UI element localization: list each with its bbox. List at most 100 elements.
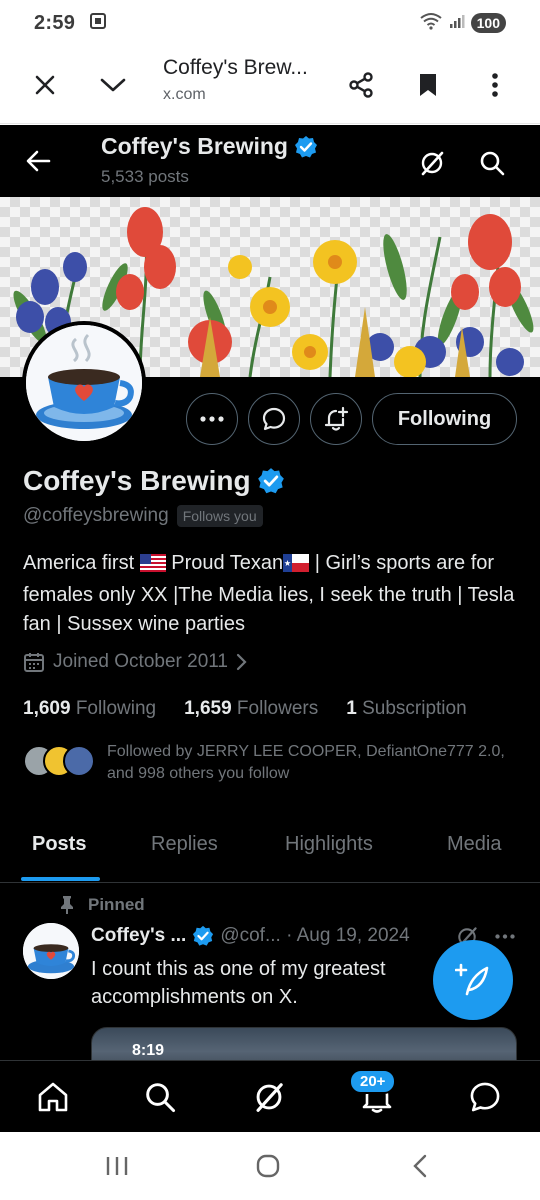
share-icon (349, 72, 373, 98)
us-flag-icon (139, 552, 166, 581)
post-handle-date: @cof... · Aug 19, 2024 (220, 925, 410, 946)
coffee-cup-logo (26, 325, 142, 441)
joined-date-row[interactable]: Joined October 2011 (23, 651, 248, 673)
media-clock-text: 8:19 (132, 1042, 165, 1059)
post-author-avatar[interactable] (23, 923, 79, 979)
status-bar: 2:59 100 (0, 0, 540, 46)
page-title-block[interactable]: Coffey's Brew... x.com (163, 56, 308, 104)
subscriptions-link[interactable]: 1 Subscription (346, 698, 466, 720)
search-button[interactable] (474, 145, 510, 181)
pinned-indicator: Pinned (58, 895, 145, 915)
followed-by-row[interactable]: Followed by JERRY LEE COOPER, DefiantOne… (23, 741, 523, 785)
close-tab-button[interactable] (23, 63, 67, 107)
chat-bubble-icon (262, 407, 286, 431)
profile-display-name: Coffey's Brewing (23, 465, 285, 497)
grok-icon (421, 151, 444, 176)
verified-badge-icon[interactable] (257, 467, 285, 495)
header-name-text: Coffey's Brewing (101, 133, 288, 159)
more-vertical-icon (492, 73, 498, 97)
following-count-link[interactable]: 1,609 Following (23, 698, 156, 720)
status-time: 2:59 (34, 11, 76, 34)
back-nav-button[interactable] (405, 1152, 435, 1180)
page-title: Coffey's Brew... (163, 56, 308, 79)
page-url: x.com (163, 86, 206, 103)
followers-count: 1,659 (184, 698, 232, 719)
grok-icon (256, 1083, 283, 1112)
post-text: I count this as one of my greatest accom… (91, 958, 386, 1008)
texas-flag-icon (283, 552, 310, 581)
nav-search[interactable] (138, 1075, 182, 1119)
bell-plus-icon (324, 406, 349, 431)
arrow-left-icon (26, 150, 51, 172)
signal-icon (449, 13, 465, 34)
minimize-tab-button[interactable] (91, 63, 135, 107)
more-options-button[interactable] (186, 393, 238, 445)
status-indicators: 100 (419, 12, 506, 35)
bio-text-1: America first (23, 552, 140, 574)
home-button[interactable] (253, 1152, 283, 1180)
wifi-icon (419, 12, 443, 35)
share-button[interactable] (339, 63, 383, 107)
back-button[interactable] (20, 143, 56, 179)
browser-menu-button[interactable] (473, 63, 517, 107)
header-profile-name: Coffey's Brewing (101, 133, 318, 160)
tab-replies[interactable]: Replies (151, 833, 218, 856)
tab-posts[interactable]: Posts (32, 833, 86, 856)
bottom-navigation: 20+ (0, 1060, 540, 1132)
grok-button[interactable] (414, 145, 450, 181)
subscriptions-label: Subscription (362, 698, 467, 719)
recents-icon (106, 1157, 128, 1175)
x-profile-page: Coffey's Brewing 5,533 posts Following C… (0, 125, 540, 1060)
following-button[interactable]: Following (372, 393, 517, 445)
chevron-right-icon (236, 653, 247, 671)
search-icon (146, 1083, 176, 1113)
active-tab-indicator (21, 877, 100, 881)
chat-bubble-icon (470, 1082, 500, 1112)
follows-you-badge: Follows you (176, 505, 263, 527)
recent-apps-button[interactable] (102, 1152, 132, 1180)
compose-post-button[interactable] (433, 940, 513, 1020)
subscriptions-count: 1 (346, 698, 357, 719)
verified-badge-icon (294, 135, 317, 157)
back-chevron-icon (413, 1154, 427, 1178)
home-circle-icon (256, 1154, 280, 1178)
pinned-label: Pinned (88, 895, 145, 914)
browser-toolbar: Coffey's Brew... x.com (0, 46, 540, 124)
following-label: Following (75, 698, 157, 719)
joined-text: Joined October 2011 (53, 651, 228, 672)
followers-count-link[interactable]: 1,659 Followers (184, 698, 318, 720)
nav-grok[interactable] (247, 1075, 291, 1119)
followed-by-text: Followed by JERRY LEE COOPER, DefiantOne… (107, 743, 505, 782)
screen: 2:59 100 Coffey's Brew... x.com Coffey's… (0, 0, 540, 1200)
pin-icon (61, 896, 73, 914)
post-media-image[interactable]: 8:19 (91, 1027, 517, 1060)
profile-header-bar: Coffey's Brewing 5,533 posts (0, 125, 540, 197)
more-horizontal-icon[interactable] (495, 934, 515, 939)
notifications-badge: 20+ (349, 1069, 397, 1094)
calendar-icon (24, 653, 44, 672)
followers-label: Followers (236, 698, 319, 719)
feather-plus-icon (455, 963, 489, 996)
profile-stats: 1,609 Following 1,659 Followers 1 Subscr… (23, 698, 495, 720)
follower-avatar (63, 745, 95, 777)
profile-tabs: Posts Replies Highlights Media (0, 825, 540, 883)
profile-handle: @coffeysbrewing (23, 505, 169, 526)
screenshot-icon (89, 12, 107, 35)
battery-indicator: 100 (470, 13, 506, 33)
chevron-down-icon (100, 78, 126, 92)
bookmark-icon (420, 74, 436, 96)
bookmark-button[interactable] (406, 63, 450, 107)
header-posts-count: 5,533 posts (101, 167, 189, 186)
android-navigation-bar (0, 1132, 540, 1200)
profile-bio: America first Proud Texan | Girl’s sport… (23, 549, 523, 639)
message-button[interactable] (248, 393, 300, 445)
notify-button[interactable] (310, 393, 362, 445)
following-count: 1,609 (23, 698, 71, 719)
profile-avatar[interactable] (22, 321, 146, 445)
nav-messages[interactable] (463, 1075, 507, 1119)
tab-media[interactable]: Media (447, 833, 501, 856)
search-icon (480, 151, 505, 176)
post-author-name[interactable]: Coffey's ... (91, 925, 186, 947)
tab-highlights[interactable]: Highlights (285, 833, 373, 856)
nav-home[interactable] (31, 1075, 75, 1119)
